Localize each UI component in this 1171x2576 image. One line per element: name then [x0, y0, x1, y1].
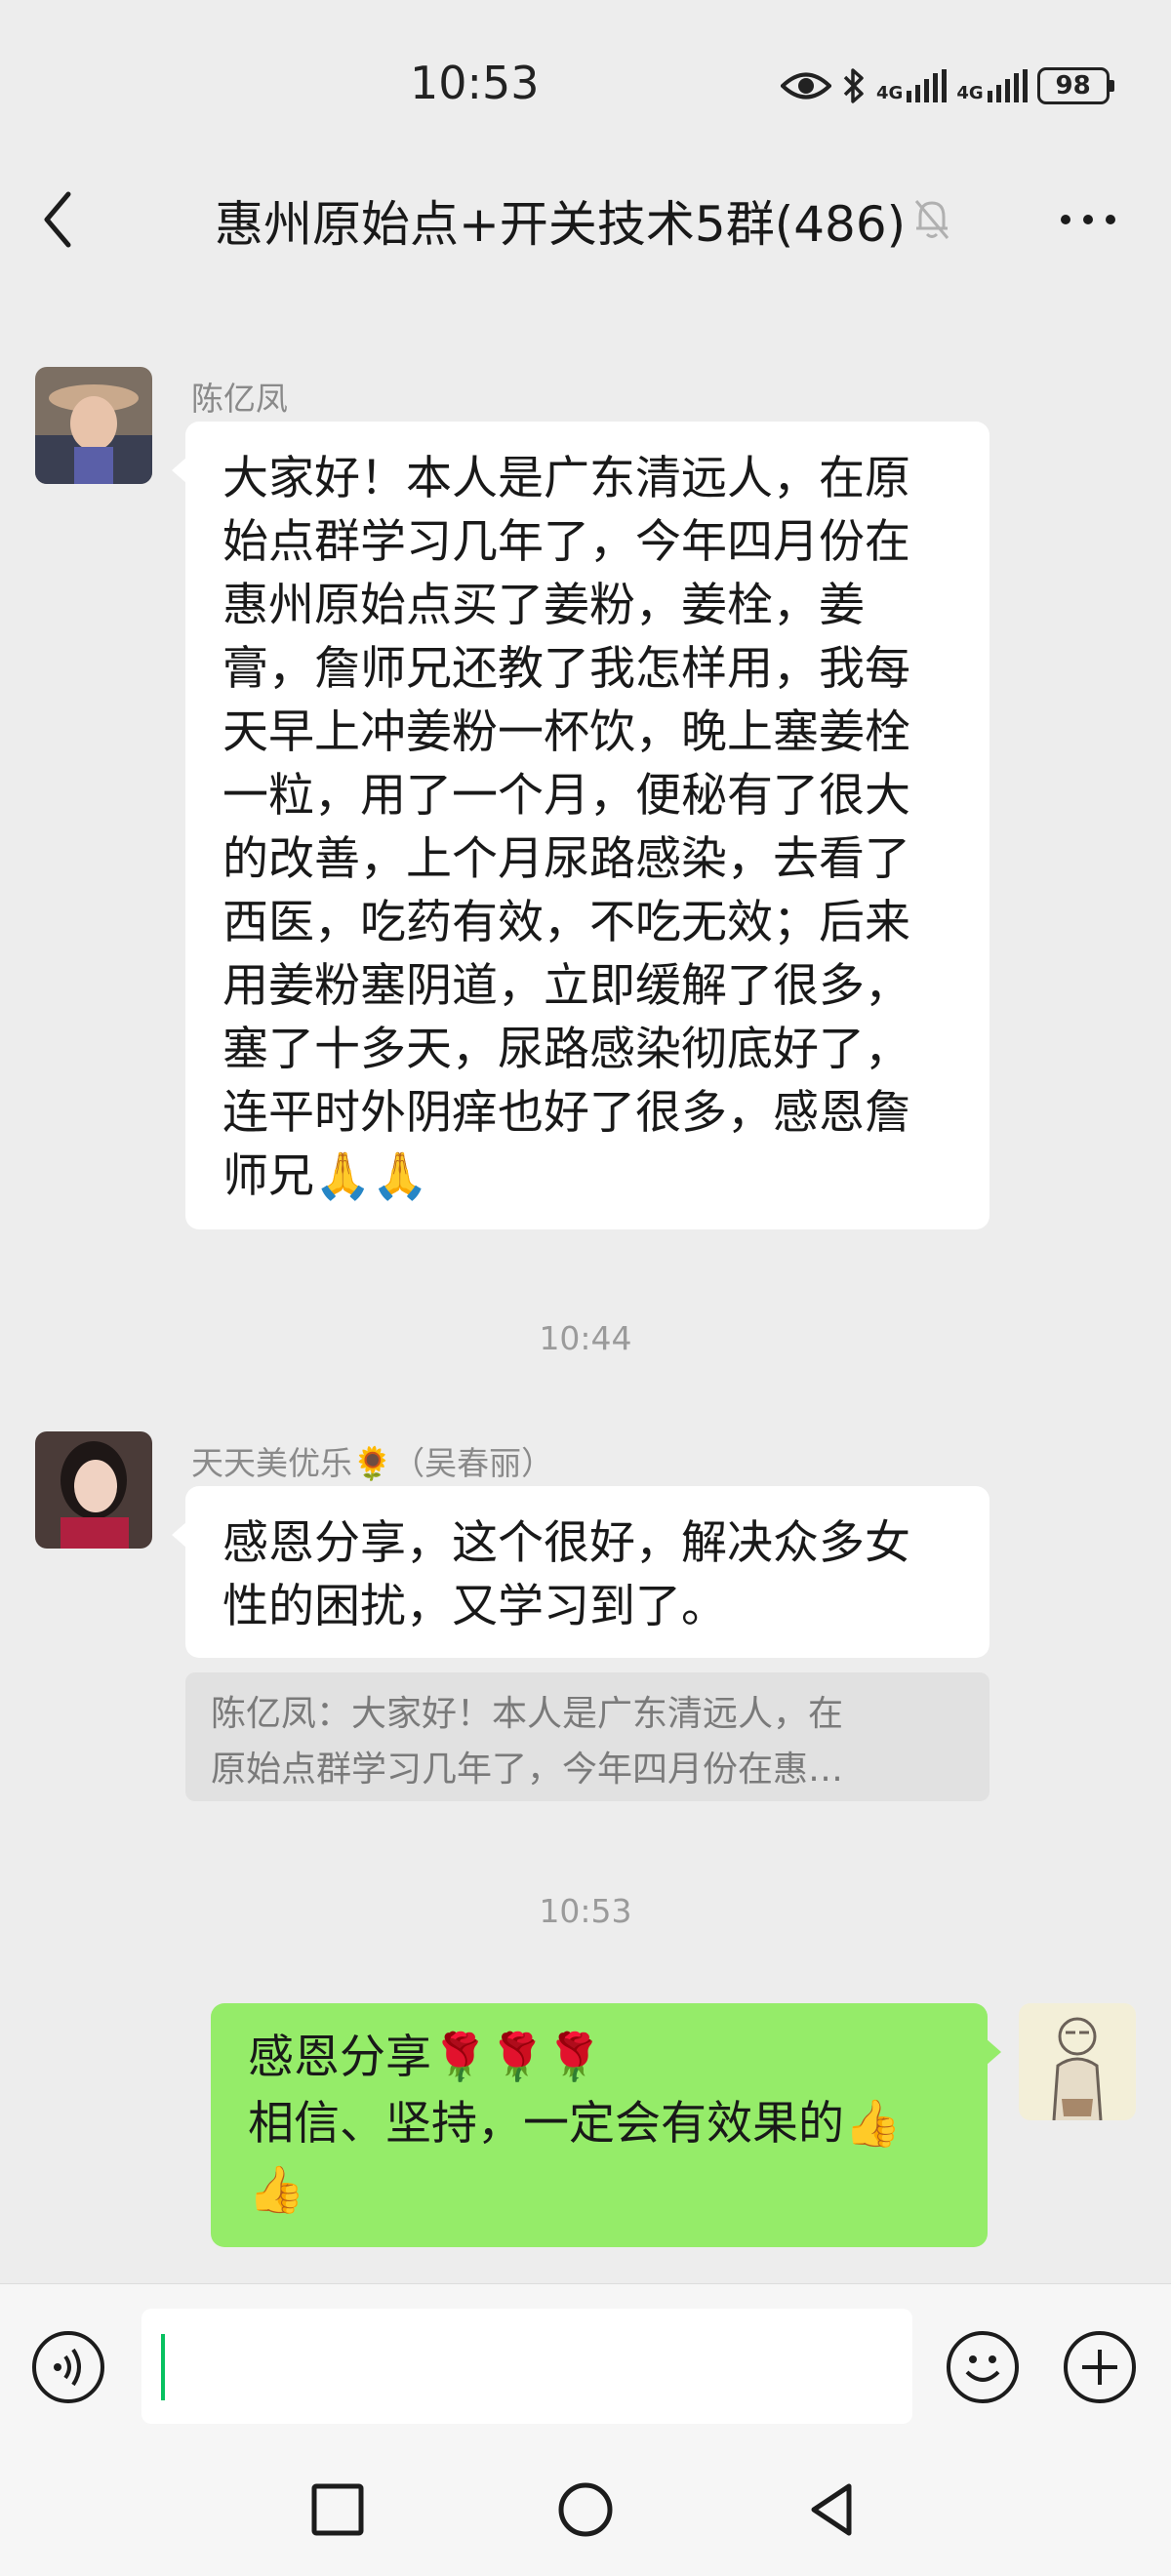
recents-button[interactable] [308, 2480, 367, 2539]
signal-2: 4G [956, 69, 1028, 103]
message-timestamp: 10:44 [539, 1319, 632, 1357]
circle-icon [558, 2482, 613, 2537]
sender-name: 陈亿凤 [191, 380, 288, 418]
message-input[interactable] [141, 2309, 912, 2424]
signal-bars-1-icon [907, 69, 948, 102]
eye-icon [781, 72, 831, 100]
chat-title: 惠州原始点+开关技术5群(486) [215, 196, 907, 253]
battery-level: 98 [1055, 71, 1091, 101]
message-line: 感恩分享🌹🌹🌹 [248, 2031, 603, 2084]
message-line: 用姜粉塞阴道，立即缓解了很多， [222, 959, 910, 1013]
message-line: 塞了十多天，尿路感染彻底好了， [222, 1023, 910, 1076]
my-avatar[interactable] [1019, 2003, 1136, 2120]
message-line: 连平时外阴痒也好了很多，感恩詹 [222, 1086, 910, 1140]
message-line: 👍 [248, 2163, 305, 2217]
square-icon [311, 2483, 364, 2536]
voice-icon [54, 2348, 81, 2387]
signal-1: 4G [876, 69, 948, 103]
message-line: 一粒，用了一个月，便秘有了很大 [222, 769, 910, 823]
quote-line: 陈亿凤：大家好！本人是广东清远人，在 [211, 1694, 844, 1734]
bluetooth-icon [843, 68, 864, 103]
message-line: 性的困扰，又学习到了。 [222, 1580, 727, 1633]
message-line: 大家好！本人是广东清远人，在原 [222, 452, 910, 505]
nav-back-button[interactable] [804, 2480, 863, 2539]
plus-icon [1082, 2350, 1117, 2385]
message-line: 膏，詹师兄还教了我怎样用，我每 [222, 642, 910, 696]
signal-bars-2-icon [987, 69, 1028, 102]
message-bubble-mine[interactable]: 感恩分享🌹🌹🌹 相信、坚持，一定会有效果的👍 👍 [211, 2003, 1001, 2247]
message-line: 天早上冲姜粉一杯饮，晚上塞姜栓 [222, 705, 910, 759]
message-line: 感恩分享，这个很好，解决众多女 [222, 1516, 910, 1570]
message-line: 相信、坚持，一定会有效果的👍 [248, 2097, 902, 2151]
quoted-message[interactable]: 陈亿凤：大家好！本人是广东清远人，在 原始点群学习几年了，今年四月份在惠… [185, 1672, 989, 1801]
more-dots-icon [1061, 215, 1115, 224]
home-button[interactable] [556, 2480, 615, 2539]
quote-line: 原始点群学习几年了，今年四月份在惠… [211, 1750, 844, 1790]
network-type-2: 4G [956, 83, 984, 103]
message-bubble[interactable]: 感恩分享，这个很好，解决众多女 性的困扰，又学习到了。 [172, 1486, 989, 1658]
message-bubble[interactable]: 大家好！本人是广东清远人，在原 始点群学习几年了，今年四月份在 惠州原始点买了姜… [172, 422, 989, 1229]
message-timestamp: 10:53 [539, 1892, 632, 1930]
sender-name: 天天美优乐🌻（吴春丽） [191, 1444, 554, 1482]
network-type-1: 4G [876, 83, 904, 103]
back-button[interactable] [29, 181, 88, 259]
emoji-button[interactable] [947, 2331, 1019, 2403]
avatar[interactable] [35, 1431, 152, 1549]
status-time: 10:53 [410, 57, 540, 109]
bell-off-icon [912, 195, 951, 242]
message-line: 西医，吃药有效，不吃无效；后来 [222, 896, 910, 949]
message-line: 始点群学习几年了，今年四月份在 [222, 515, 910, 569]
status-icons: 4G 4G 98 [781, 60, 1114, 111]
battery-indicator: 98 [1036, 67, 1114, 104]
voice-button[interactable] [32, 2331, 104, 2403]
chevron-left-icon [44, 191, 71, 248]
message-line: 的改善，上个月尿路感染，去看了 [222, 832, 910, 886]
message-line: 惠州原始点买了姜粉，姜栓，姜 [222, 579, 865, 632]
emoji-icon [965, 2355, 1000, 2382]
more-button[interactable] [1054, 195, 1122, 244]
text-caret [161, 2334, 165, 2400]
plus-button[interactable] [1064, 2331, 1136, 2403]
message-line: 师兄🙏🙏 [222, 1149, 429, 1203]
triangle-back-icon [811, 2483, 852, 2536]
avatar[interactable] [35, 367, 152, 484]
